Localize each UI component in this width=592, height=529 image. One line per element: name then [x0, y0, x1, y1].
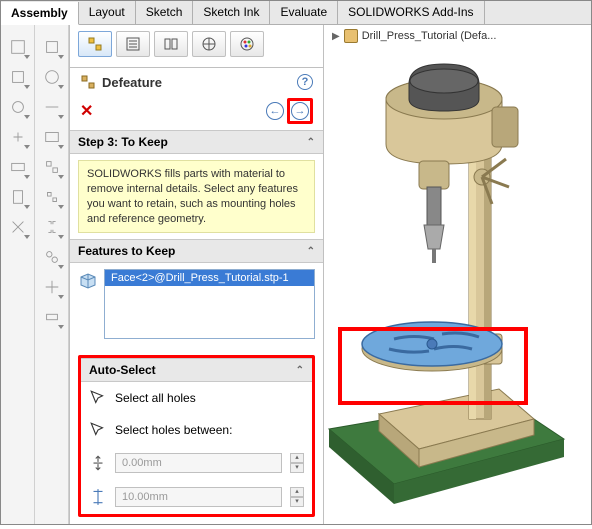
- panel-tab-configurations[interactable]: [154, 31, 188, 57]
- help-icon[interactable]: ?: [297, 74, 313, 90]
- tool-btn-8[interactable]: [38, 33, 66, 61]
- document-name: Drill_Press_Tutorial (Defa...: [362, 30, 497, 42]
- graphics-viewport[interactable]: ▶ Drill_Press_Tutorial (Defa...: [324, 25, 591, 524]
- forward-button[interactable]: →: [291, 102, 309, 120]
- min-hole-input[interactable]: [115, 453, 282, 473]
- close-button[interactable]: ✕: [80, 101, 93, 121]
- panel-tab-appearances[interactable]: [230, 31, 264, 57]
- select-all-holes-label: Select all holes: [115, 391, 196, 405]
- drill-press-model[interactable]: [324, 49, 574, 529]
- tool-btn-10[interactable]: [38, 93, 66, 121]
- tool-btn-17[interactable]: [38, 303, 66, 331]
- cursor-icon: [89, 389, 107, 407]
- defeature-icon: [80, 74, 96, 90]
- spin-down[interactable]: ▾: [290, 463, 304, 473]
- select-holes-between-label: Select holes between:: [115, 423, 232, 437]
- tool-btn-14[interactable]: [38, 213, 66, 241]
- step-header[interactable]: Step 3: To Keep ⌃: [70, 130, 323, 154]
- tab-addins[interactable]: SOLIDWORKS Add-Ins: [338, 1, 484, 24]
- expand-icon[interactable]: ▶: [332, 31, 340, 42]
- panel-tab-feature-tree[interactable]: [78, 31, 112, 57]
- select-all-holes-row[interactable]: Select all holes: [81, 382, 312, 414]
- tool-btn-7[interactable]: [4, 213, 32, 241]
- back-button[interactable]: ←: [266, 102, 284, 120]
- tool-btn-16[interactable]: [38, 273, 66, 301]
- table-highlight: [338, 327, 528, 405]
- select-holes-between-row[interactable]: Select holes between:: [81, 414, 312, 446]
- auto-select-highlight: Auto-Select ⌃ Select all holes Select ho…: [78, 355, 315, 517]
- defeature-title: Defeature: [80, 74, 162, 90]
- max-hole-input[interactable]: [115, 487, 282, 507]
- selection-item[interactable]: Face<2>@Drill_Press_Tutorial.stp-1: [105, 270, 314, 286]
- tab-sketch[interactable]: Sketch: [136, 1, 194, 24]
- panel-tab-property-manager[interactable]: [116, 31, 150, 57]
- features-to-keep-header[interactable]: Features to Keep ⌃: [70, 239, 323, 263]
- spin-up[interactable]: ▴: [290, 487, 304, 497]
- panel-tab-dimxpert[interactable]: [192, 31, 226, 57]
- tab-layout[interactable]: Layout: [79, 1, 136, 24]
- tool-btn-11[interactable]: [38, 123, 66, 151]
- tab-evaluate[interactable]: Evaluate: [270, 1, 338, 24]
- tool-btn-2[interactable]: [4, 63, 32, 91]
- assembly-icon: [344, 29, 358, 43]
- chevron-up-icon: ⌃: [307, 137, 315, 148]
- vertical-toolbar-1: [1, 25, 35, 524]
- tool-btn-13[interactable]: [38, 183, 66, 211]
- tool-btn-5[interactable]: [4, 153, 32, 181]
- tool-btn-3[interactable]: [4, 93, 32, 121]
- panel-tab-row: [70, 25, 323, 68]
- ribbon-tabs: Assembly Layout Sketch Sketch Ink Evalua…: [1, 1, 591, 25]
- cursor-icon: [89, 421, 107, 439]
- tab-assembly[interactable]: Assembly: [1, 2, 79, 25]
- tool-btn-4[interactable]: [4, 123, 32, 151]
- selection-list[interactable]: Face<2>@Drill_Press_Tutorial.stp-1: [104, 269, 315, 339]
- chevron-up-icon: ⌃: [307, 246, 315, 257]
- instruction-text: SOLIDWORKS fills parts with material to …: [78, 160, 315, 233]
- flyout-tree-root[interactable]: ▶ Drill_Press_Tutorial (Defa...: [332, 29, 496, 43]
- left-toolbar-group: [1, 25, 70, 524]
- max-dimension-icon: [89, 488, 107, 506]
- property-manager-panel: Defeature ? ✕ ← → Step 3: To Keep ⌃ SOLI…: [70, 25, 324, 524]
- tool-btn-6[interactable]: [4, 183, 32, 211]
- min-dimension-icon: [89, 454, 107, 472]
- spin-down[interactable]: ▾: [290, 497, 304, 507]
- face-icon: [78, 271, 98, 291]
- spin-up[interactable]: ▴: [290, 453, 304, 463]
- tab-sketch-ink[interactable]: Sketch Ink: [193, 1, 270, 24]
- forward-highlight: →: [287, 98, 313, 124]
- chevron-up-icon: ⌃: [296, 365, 304, 376]
- tool-btn-12[interactable]: [38, 153, 66, 181]
- tool-btn-9[interactable]: [38, 63, 66, 91]
- tool-btn-15[interactable]: [38, 243, 66, 271]
- tool-btn-1[interactable]: [4, 33, 32, 61]
- vertical-toolbar-2: [35, 25, 69, 524]
- auto-select-header[interactable]: Auto-Select ⌃: [81, 358, 312, 382]
